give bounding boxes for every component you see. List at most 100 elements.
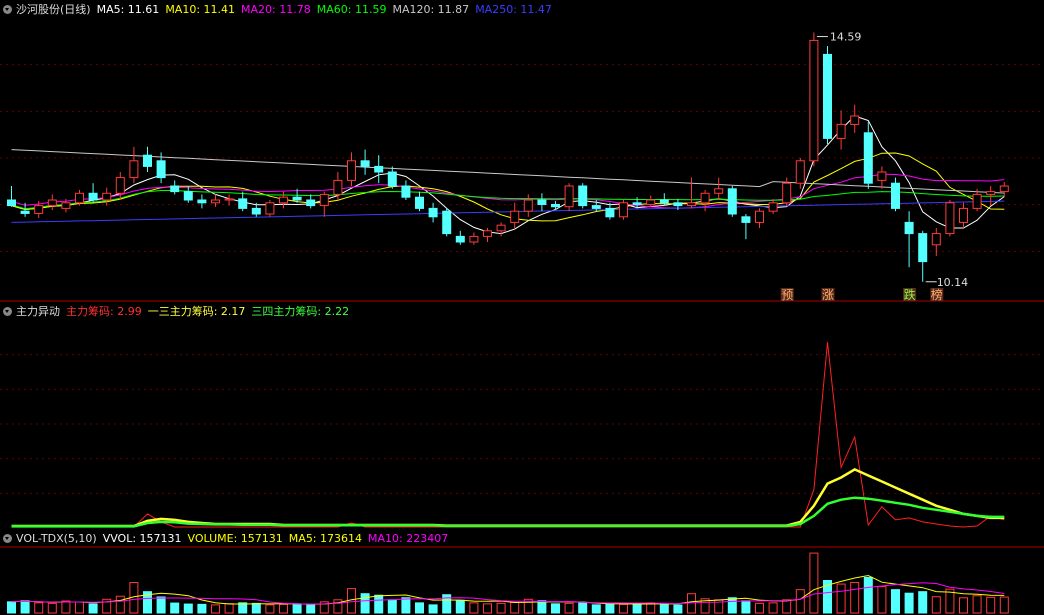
volume-label: VVOL: 157131	[102, 532, 182, 545]
candle	[551, 201, 560, 211]
candle-body-up	[115, 177, 125, 194]
volume-bar-up	[496, 602, 506, 614]
candle-body-up	[510, 210, 520, 223]
candle	[918, 230, 928, 282]
candle	[455, 230, 465, 245]
ma-label: MA60: 11.59	[316, 3, 387, 16]
volume-label: MA5: 173614	[288, 532, 363, 545]
high-price-label: 14.59	[830, 31, 862, 44]
candle	[47, 194, 57, 211]
candle-body-down	[823, 53, 832, 139]
candle	[401, 180, 411, 200]
candle-body-up	[972, 193, 982, 209]
candle	[523, 194, 533, 217]
candle	[238, 191, 248, 212]
volume-bar-up	[850, 582, 860, 614]
volume-bar-up	[836, 583, 846, 614]
candle	[863, 121, 873, 189]
candle-body-down	[306, 199, 316, 207]
candle-body-down	[183, 191, 193, 201]
candle-body-down	[415, 196, 424, 209]
volume-bar-up	[75, 601, 84, 614]
candle-body-down	[292, 196, 302, 201]
candle-body-up	[700, 192, 710, 204]
candle-body-down	[238, 198, 248, 209]
volume-bar-up	[755, 602, 764, 614]
volume-bar-down	[360, 593, 370, 614]
candle-body-down	[251, 207, 261, 215]
volume-bar-down	[197, 603, 207, 614]
volume-bar-down	[183, 603, 193, 614]
candle	[306, 194, 316, 209]
candle-body-up	[755, 210, 764, 223]
candle	[510, 202, 520, 228]
candle-body-up	[211, 199, 220, 204]
candle	[7, 186, 16, 207]
volume-bar-up	[809, 552, 819, 614]
candle	[319, 191, 329, 217]
candle	[224, 194, 234, 206]
candle-body-down	[673, 202, 683, 207]
candle	[265, 200, 275, 217]
candle-body-up	[619, 202, 628, 218]
indicator-line	[11, 342, 1005, 528]
volume-bar-up	[510, 601, 520, 614]
candle-body-down	[428, 207, 438, 218]
candle	[143, 146, 152, 172]
candle	[904, 211, 914, 268]
candle	[415, 191, 424, 212]
volume-bar-up	[959, 597, 968, 614]
candle	[387, 166, 397, 189]
candle	[836, 110, 846, 150]
candle-body-up	[877, 171, 887, 181]
candle-body-up	[347, 160, 356, 181]
candle	[578, 183, 588, 209]
dropdown-icon[interactable]	[3, 307, 12, 316]
ma-label: MA10: 11.41	[165, 3, 236, 16]
indicator-title: 主力异动	[16, 305, 60, 318]
candle-body-up	[496, 224, 506, 232]
ma-label: MA120: 11.87	[392, 3, 470, 16]
candle-body-down	[360, 160, 370, 167]
volume-bar-down	[904, 592, 914, 614]
candle	[795, 158, 805, 189]
candle-body-down	[401, 185, 411, 198]
candle-body-up	[34, 205, 44, 214]
volume-bar-down	[88, 603, 98, 614]
ma-label: MA5: 11.61	[96, 3, 160, 16]
volume-bar-down	[605, 603, 615, 614]
candle	[809, 32, 819, 167]
candle-body-up	[61, 202, 71, 209]
dropdown-icon[interactable]	[3, 5, 12, 14]
volume-bar-up	[795, 589, 805, 614]
volume-bar-down	[306, 604, 316, 614]
volume-bar-down	[659, 602, 669, 614]
volume-bar-up	[782, 599, 792, 614]
candle-body-up	[945, 202, 955, 235]
candle	[877, 166, 887, 189]
volume-bar-down	[415, 602, 424, 614]
volume-bar-down	[251, 602, 261, 614]
volume-bar-down	[170, 602, 180, 614]
candle-body-up	[986, 191, 996, 195]
volume-bar-up	[931, 596, 941, 614]
candle	[564, 183, 574, 212]
candle	[428, 202, 438, 223]
volume-panel-legend: VOL-TDX(5,10) VVOL: 157131 VOLUME: 157131 M…	[0, 530, 460, 548]
candle-body-up	[224, 198, 234, 201]
candle-body-down	[537, 199, 547, 205]
candle-body-up	[714, 188, 724, 194]
volume-bar-down	[292, 603, 302, 614]
volume-bar-up	[34, 602, 44, 614]
candle	[646, 195, 656, 207]
candle-body-up	[687, 202, 696, 207]
stock-title: 沙河股份(日线)	[16, 3, 91, 16]
candle-body-up	[75, 192, 84, 204]
candle	[605, 202, 615, 220]
candle-body-down	[374, 165, 384, 173]
candle	[619, 200, 628, 220]
dropdown-icon[interactable]	[3, 534, 12, 543]
candle-body-up	[959, 207, 968, 223]
volume-bar-down	[401, 597, 411, 614]
candle-body-down	[891, 182, 900, 209]
